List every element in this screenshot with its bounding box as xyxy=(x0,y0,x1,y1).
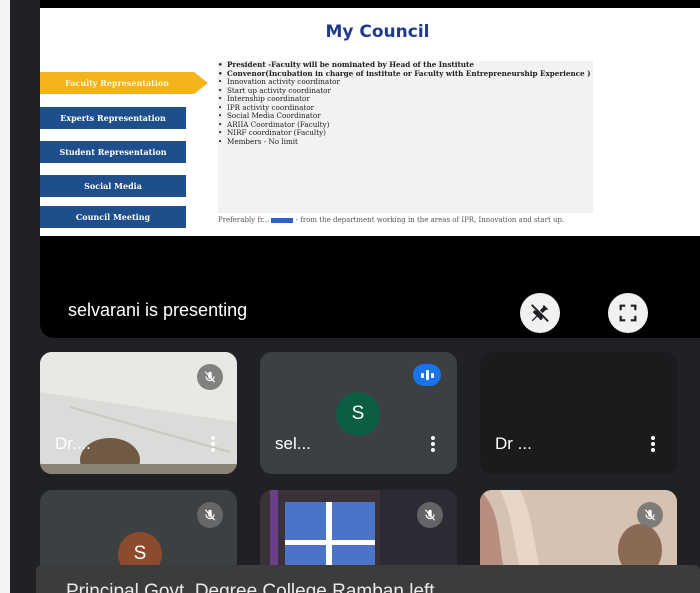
slide-button-student: Student Representation xyxy=(40,141,186,163)
participant-left-toast: Principal Govt. Degree College Ramban le… xyxy=(36,565,700,593)
mic-off-icon xyxy=(197,364,223,390)
highlight-mark xyxy=(271,217,294,223)
slide-footnote: Preferably fr... - from the department w… xyxy=(218,216,598,224)
slide-button-social-media: Social Media xyxy=(40,175,186,197)
participant-tile[interactable]: Dr.... xyxy=(40,352,237,474)
meet-call-screen: My Council Faculty Representation Expert… xyxy=(10,0,700,593)
participant-name: sel... xyxy=(275,434,311,453)
slide-button-council-meeting: Council Meeting xyxy=(40,206,186,228)
slide-bullet-list: President -Faculty will be nominated by … xyxy=(218,60,593,213)
participant-tile[interactable]: Dr ... xyxy=(480,352,677,474)
presenting-label: selvarani is presenting xyxy=(68,300,248,320)
pin-off-icon xyxy=(530,303,550,323)
more-options-icon[interactable] xyxy=(651,434,655,454)
slide-button-faculty: Faculty Representation xyxy=(40,72,208,94)
fullscreen-icon xyxy=(619,304,637,322)
avatar: S xyxy=(336,392,380,436)
slide-title: My Council xyxy=(325,22,430,42)
presentation-stage[interactable]: My Council Faculty Representation Expert… xyxy=(40,0,700,338)
more-options-icon[interactable] xyxy=(431,434,435,454)
slide-footnote-start: Preferably fr... xyxy=(218,216,270,224)
participant-name: Dr.... xyxy=(55,434,91,453)
more-options-icon[interactable] xyxy=(211,434,215,454)
slide-bullet: Members - No limit xyxy=(218,137,593,147)
unpin-button[interactable] xyxy=(520,293,560,333)
participant-tile[interactable]: S sel... xyxy=(260,352,457,474)
mic-off-icon xyxy=(417,502,443,528)
slide-button-experts: Experts Representation xyxy=(40,107,186,129)
shared-slide: My Council Faculty Representation Expert… xyxy=(40,8,700,236)
slide-footnote-end: - from the department working in the are… xyxy=(295,216,565,224)
speaking-indicator-icon xyxy=(413,364,441,386)
mic-off-icon xyxy=(197,502,223,528)
fullscreen-button[interactable] xyxy=(608,293,648,333)
participant-name: Dr ... xyxy=(495,434,532,453)
mic-off-icon xyxy=(637,502,663,528)
